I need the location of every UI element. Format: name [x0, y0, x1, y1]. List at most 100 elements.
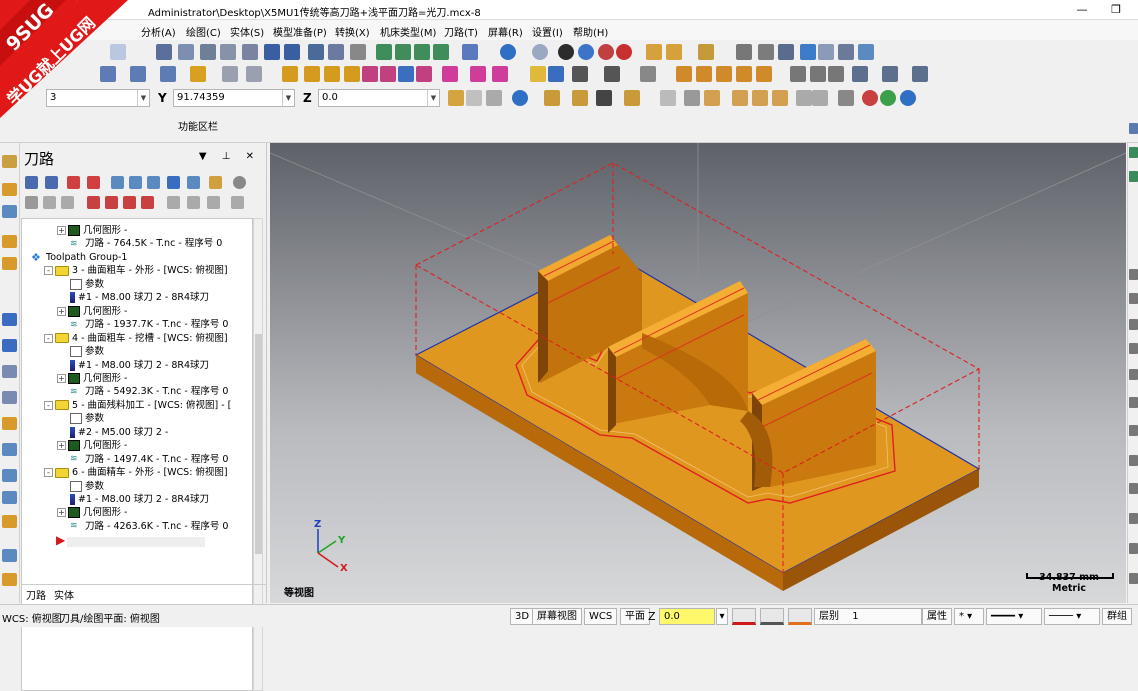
view-right-icon[interactable]	[414, 44, 430, 60]
tree-item[interactable]: 参数	[22, 345, 252, 359]
button-attributes[interactable]: 属性	[922, 608, 952, 625]
chevron-down-icon[interactable]: ▼	[282, 90, 294, 106]
project-icon[interactable]	[398, 66, 414, 82]
side-filter-icon[interactable]	[1129, 425, 1138, 436]
menu-analyze[interactable]: 分析(A)	[141, 24, 176, 39]
line-width-field[interactable]: ──── ▾	[1044, 608, 1100, 625]
offset-icon[interactable]	[362, 66, 378, 82]
line-icon[interactable]	[646, 44, 662, 60]
toggle-post-icon[interactable]	[61, 196, 74, 209]
view-iso-icon[interactable]	[376, 44, 392, 60]
side-measure-icon[interactable]	[1129, 293, 1138, 304]
menu-help[interactable]: 帮助(H)	[573, 24, 608, 39]
body-select-icon[interactable]	[796, 90, 812, 106]
grid-icon[interactable]	[2, 443, 17, 456]
menu-solids[interactable]: 实体(S)	[230, 24, 264, 39]
fast-point-icon[interactable]	[448, 90, 464, 106]
post-icon[interactable]	[187, 176, 200, 189]
panel-controls[interactable]: ▼ ⊥ ✕	[199, 151, 260, 162]
break-icon[interactable]	[246, 66, 262, 82]
mirror-icon[interactable]	[304, 66, 320, 82]
select-failed-icon[interactable]	[45, 176, 58, 189]
sigma-icon[interactable]	[838, 44, 854, 60]
chevron-down-icon[interactable]: ▼	[137, 90, 149, 106]
sphere-icon[interactable]	[532, 44, 548, 60]
menu-transform[interactable]: 转换(X)	[335, 24, 370, 39]
menu-machine-type[interactable]: 机床类型(M)	[380, 24, 436, 39]
verify-select-icon[interactable]	[838, 90, 854, 106]
scrollbar-thumb[interactable]	[255, 334, 262, 554]
tree-item[interactable]: ≋ 刀路 - 764.5K - T.nc - 程序号 0	[22, 237, 252, 251]
menu-screen[interactable]: 屏幕(R)	[488, 24, 523, 39]
chevron-down-icon[interactable]: ▾	[716, 608, 728, 625]
expand-icon[interactable]: +	[57, 441, 66, 451]
tree-item[interactable]: - 4 - 曲面粗车 - 挖槽 - [WCS: 俯视图]	[22, 332, 252, 346]
regenerate-dirty-icon[interactable]	[87, 176, 100, 189]
button-groups[interactable]: 群组	[1102, 608, 1132, 625]
array-icon[interactable]	[380, 66, 396, 82]
tree-item[interactable]: + 几何图形 -	[22, 372, 252, 386]
zoom-window-icon[interactable]	[200, 44, 216, 60]
fillet-icon[interactable]	[492, 66, 508, 82]
tree-item[interactable]: #2 - M5.00 球刀 2 -	[22, 426, 252, 440]
backplot-icon[interactable]	[111, 176, 124, 189]
plane-icon[interactable]	[2, 491, 17, 504]
scale-icon[interactable]	[344, 66, 360, 82]
stock-icon[interactable]	[676, 66, 692, 82]
simulate-icon[interactable]	[147, 176, 160, 189]
expand-icon[interactable]: +	[57, 306, 66, 316]
ok-icon[interactable]	[880, 90, 896, 106]
clear-snap-icon[interactable]	[486, 90, 502, 106]
rotate-geom-icon[interactable]	[324, 66, 340, 82]
tree-item[interactable]: ≋ 刀路 - 4263.6K - T.nc - 程序号 0	[22, 520, 252, 534]
measure-icon[interactable]	[736, 44, 752, 60]
g1-icon[interactable]	[167, 176, 180, 189]
hidden-icon[interactable]	[598, 44, 614, 60]
verify-icon[interactable]	[129, 176, 142, 189]
view-icon[interactable]	[328, 44, 344, 60]
side-grid-icon[interactable]	[1129, 269, 1138, 280]
menu-model-prep[interactable]: 模型准备(P)	[273, 24, 327, 39]
tree-item[interactable]: + 几何图形 -	[22, 305, 252, 319]
collapse-icon[interactable]: -	[44, 400, 53, 410]
highfeed-icon[interactable]	[209, 176, 222, 189]
tree-item[interactable]: - 3 - 曲面粗车 - 外形 - [WCS: 俯视图]	[22, 264, 252, 278]
scroll-to-icon[interactable]	[141, 196, 154, 209]
edge-select-icon[interactable]	[772, 90, 788, 106]
help-icon[interactable]	[233, 176, 246, 189]
side-level-icon[interactable]	[1129, 483, 1138, 494]
select-only-icon[interactable]	[572, 90, 588, 106]
face-select-icon[interactable]	[752, 90, 768, 106]
restore-icon[interactable]: ❐	[1106, 1, 1126, 19]
side-arc-icon[interactable]	[1129, 369, 1138, 380]
surface-color-icon[interactable]	[760, 608, 784, 625]
trim-icon[interactable]	[222, 66, 238, 82]
side-plane-icon[interactable]	[1129, 171, 1138, 182]
shade-icon[interactable]	[558, 44, 574, 60]
surface-icon[interactable]	[2, 417, 17, 430]
solid-color-icon[interactable]	[788, 608, 812, 625]
expand-icon[interactable]: +	[57, 508, 66, 518]
point-icon[interactable]	[530, 66, 546, 82]
zoom-out-icon[interactable]	[284, 44, 300, 60]
collapse-icon[interactable]: -	[44, 266, 53, 276]
help-round-icon[interactable]	[900, 90, 916, 106]
button-wcs[interactable]: WCS	[584, 608, 618, 625]
tree-item[interactable]: 参数	[22, 412, 252, 426]
layer-field[interactable]: 层别 1	[814, 608, 922, 625]
settings-icon[interactable]	[596, 90, 612, 106]
transform-icon[interactable]	[2, 365, 17, 378]
single-icon[interactable]	[167, 196, 180, 209]
check-icon[interactable]	[778, 44, 794, 60]
back-select-icon[interactable]	[812, 90, 828, 106]
tree-item[interactable]: ≋ 刀路 - 1497.4K - T.nc - 程序号 0	[22, 453, 252, 467]
entity-icon[interactable]	[800, 44, 816, 60]
z-coordinate-field[interactable]: 0.0 ▼	[318, 89, 440, 107]
tree-item[interactable]: ≋ 刀路 - 1937.7K - T.nc - 程序号 0	[22, 318, 252, 332]
pointer-icon[interactable]	[684, 90, 700, 106]
side-view-icon[interactable]	[1129, 147, 1138, 158]
view-back-icon[interactable]	[433, 44, 449, 60]
insert-arrow-icon[interactable]	[123, 196, 136, 209]
tree-item[interactable]: + 几何图形 -	[22, 439, 252, 453]
zoom-target-icon[interactable]	[242, 44, 258, 60]
